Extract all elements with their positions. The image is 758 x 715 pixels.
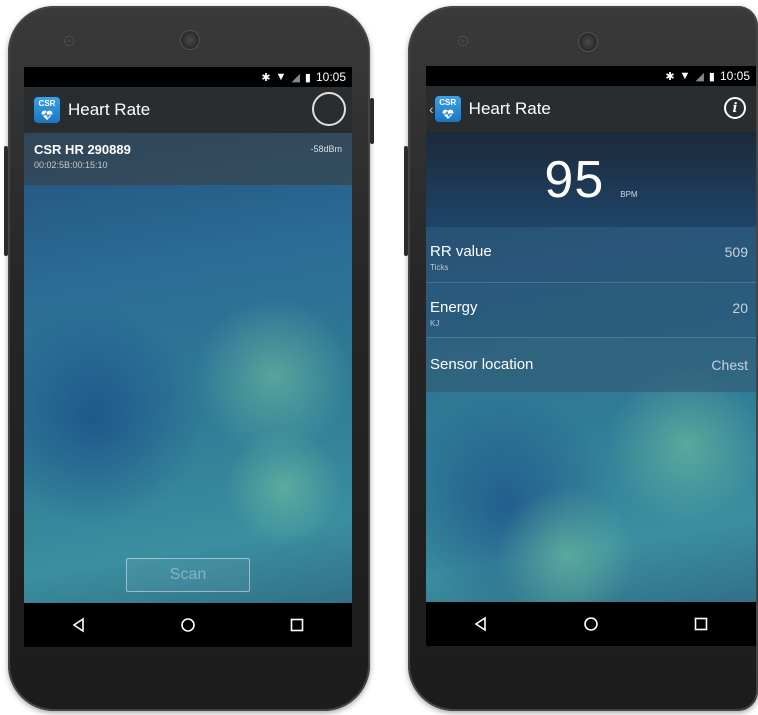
device-rssi: -58dBm bbox=[310, 144, 342, 154]
heart-rate-panel: 95 BPM bbox=[426, 132, 756, 227]
wifi-icon: ▼ bbox=[275, 71, 287, 83]
bluetooth-icon: ✱ bbox=[665, 70, 675, 83]
metric-label: Sensor location bbox=[430, 356, 534, 373]
status-time: 10:05 bbox=[719, 69, 750, 83]
power-button bbox=[370, 98, 374, 144]
signal-icon: ◢ bbox=[291, 71, 300, 84]
back-icon[interactable] bbox=[57, 603, 101, 647]
status-time: 10:05 bbox=[315, 70, 346, 84]
action-bar: CSR Heart Rate bbox=[24, 87, 352, 133]
metric-label: Energy bbox=[430, 299, 478, 316]
metric-row-sensor-location: Sensor location Chest bbox=[426, 337, 756, 392]
metric-value: Chest bbox=[711, 357, 748, 373]
info-glyph: i bbox=[732, 100, 738, 116]
sensor-dot bbox=[64, 36, 74, 46]
heart-rate-unit: BPM bbox=[620, 190, 638, 199]
recents-icon[interactable] bbox=[275, 603, 319, 647]
device-list-item[interactable]: CSR HR 290889 00:02:5B:00:15:10 -58dBm bbox=[24, 133, 352, 185]
metric-sublabel: KJ bbox=[430, 319, 440, 328]
csr-logo-icon: CSR bbox=[34, 97, 60, 123]
metric-value: 20 bbox=[732, 300, 748, 316]
navigation-bar bbox=[426, 602, 756, 646]
bluetooth-icon: ✱ bbox=[261, 71, 271, 84]
csr-logo-icon[interactable]: CSR bbox=[434, 96, 461, 122]
info-icon[interactable]: i bbox=[724, 97, 746, 119]
bg-glow bbox=[224, 427, 344, 547]
back-icon[interactable] bbox=[459, 602, 503, 646]
device-address: 00:02:5B:00:15:10 bbox=[34, 160, 108, 170]
sensor-dot bbox=[458, 36, 468, 46]
status-bar: ✱ ▼ ◢ ▮ 10:05 bbox=[426, 66, 756, 86]
status-bar: ✱ ▼ ◢ ▮ 10:05 bbox=[24, 67, 352, 87]
phone-right: ✱ ▼ ◢ ▮ 10:05 ‹ CSR Heart Rate i 95 BPM … bbox=[404, 6, 758, 711]
metric-value: 509 bbox=[724, 244, 748, 260]
device-name: CSR HR 290889 bbox=[34, 142, 131, 157]
screen-left: ✱ ▼ ◢ ▮ 10:05 CSR Heart Rate CSR HR 2908… bbox=[24, 67, 352, 647]
up-navigation-icon[interactable]: ‹ bbox=[429, 101, 434, 117]
action-bar: ‹ CSR Heart Rate i bbox=[426, 86, 756, 132]
logo-text: CSR bbox=[38, 99, 56, 108]
phone-left: ✱ ▼ ◢ ▮ 10:05 CSR Heart Rate CSR HR 2908… bbox=[4, 6, 374, 711]
home-icon[interactable] bbox=[569, 602, 613, 646]
metric-row-energy: Energy KJ 20 bbox=[426, 282, 756, 337]
metric-sublabel: Ticks bbox=[430, 263, 449, 272]
navigation-bar bbox=[24, 603, 352, 647]
battery-icon: ▮ bbox=[304, 71, 311, 84]
recents-icon[interactable] bbox=[679, 602, 723, 646]
signal-icon: ◢ bbox=[695, 70, 704, 83]
front-camera bbox=[578, 32, 598, 52]
volume-button bbox=[404, 146, 408, 256]
bg-glow bbox=[24, 307, 204, 527]
heart-icon bbox=[41, 110, 53, 120]
logo-text: CSR bbox=[439, 98, 457, 107]
scanning-spinner-icon bbox=[312, 92, 346, 126]
volume-button bbox=[4, 146, 8, 256]
app-title: Heart Rate bbox=[468, 99, 551, 118]
app-title: Heart Rate bbox=[68, 100, 151, 119]
heart-rate-value: 95 bbox=[544, 150, 605, 209]
battery-icon: ▮ bbox=[708, 70, 715, 83]
front-camera bbox=[180, 30, 200, 50]
home-icon[interactable] bbox=[166, 603, 210, 647]
metric-row-rr-value: RR value Ticks 509 bbox=[426, 227, 756, 282]
metric-label: RR value bbox=[430, 243, 492, 260]
wifi-icon: ▼ bbox=[679, 70, 691, 82]
screen-right: ✱ ▼ ◢ ▮ 10:05 ‹ CSR Heart Rate i 95 BPM … bbox=[426, 66, 756, 646]
heart-icon bbox=[442, 109, 454, 119]
scan-button[interactable]: Scan bbox=[126, 558, 250, 592]
